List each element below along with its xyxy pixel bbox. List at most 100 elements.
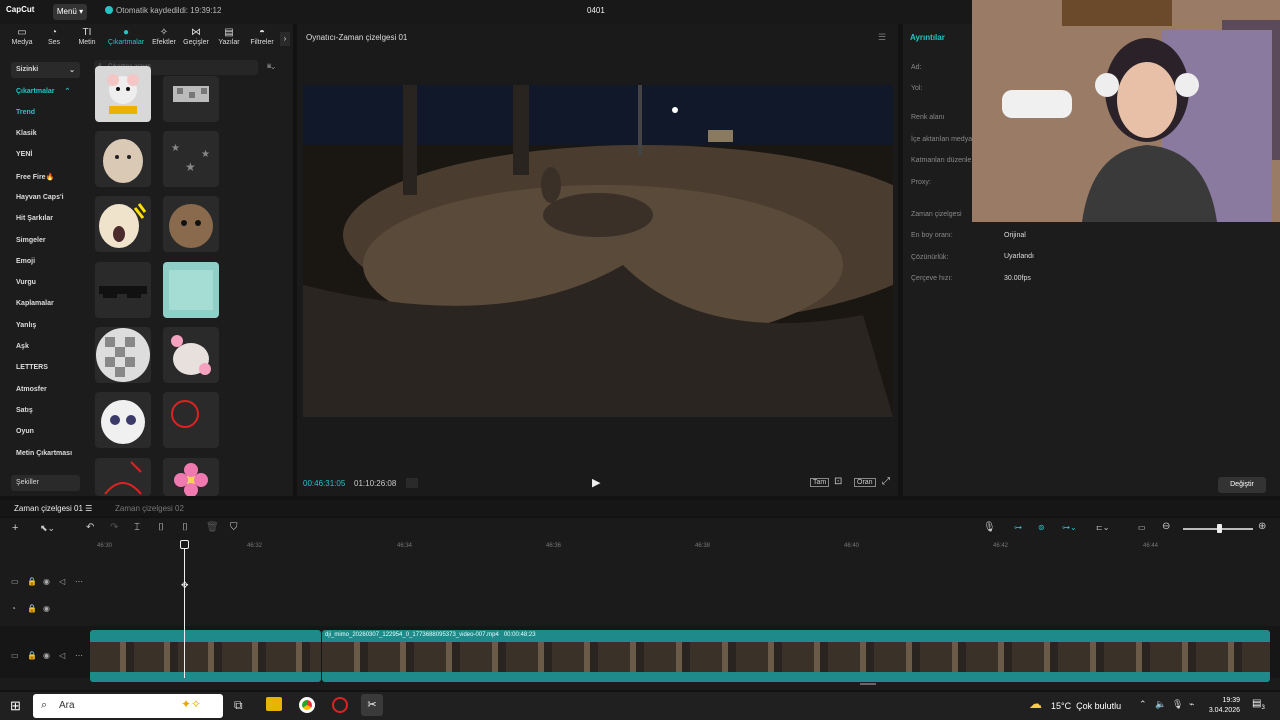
sidebar-item-hit[interactable]: Hit Şarkılar	[16, 215, 53, 222]
sidebar-item-ask[interactable]: Aşk	[16, 343, 29, 350]
sticker-item[interactable]	[95, 66, 151, 122]
windows-start-icon[interactable]: ⊞	[10, 698, 21, 714]
eye-icon[interactable]: ◉	[43, 604, 50, 613]
sticker-item[interactable]	[163, 76, 219, 122]
link-main-icon[interactable]: ⊶	[1014, 523, 1022, 532]
tab-text[interactable]: TI Metin	[69, 26, 105, 46]
category-dropdown[interactable]: Sizinki ⌄	[11, 62, 80, 78]
more-icon[interactable]: ⋯	[75, 577, 83, 586]
weather-text[interactable]: 15°C Çok bulutlu	[1051, 701, 1121, 711]
tab-timeline-02[interactable]: Zaman çizelgesi 02	[115, 504, 184, 513]
sidebar-item-atmosfer[interactable]: Atmosfer	[16, 386, 47, 393]
sidebar-item-metin[interactable]: Metin Çıkartması	[16, 450, 72, 457]
sidebar-item-yanlis[interactable]: Yanlış	[16, 322, 36, 329]
obs-icon[interactable]	[332, 697, 348, 713]
zoom-slider-handle[interactable]	[1217, 524, 1222, 533]
eye-icon[interactable]: ◉	[43, 577, 50, 586]
magnet-icon[interactable]: ⊚	[1038, 523, 1045, 532]
sidebar-item-shapes[interactable]: Şekiller	[11, 475, 80, 491]
zoom-in-icon[interactable]: ⊕	[1258, 521, 1266, 532]
speaker-icon[interactable]: ◁	[59, 577, 65, 586]
chrome-icon[interactable]	[299, 697, 315, 713]
sticker-item[interactable]	[95, 196, 151, 252]
microphone-icon[interactable]: 🎙	[1172, 699, 1183, 710]
sticker-item[interactable]	[163, 327, 219, 383]
lock-icon[interactable]: 🔒	[27, 651, 37, 660]
undo-icon[interactable]: ↶	[86, 522, 94, 533]
sidebar-item-kaplamalar[interactable]: Kaplamalar	[16, 300, 54, 307]
microphone-icon[interactable]: 🎙	[983, 522, 996, 533]
speaker-icon[interactable]: ◁	[59, 651, 65, 660]
subtitle-icon[interactable]: ▭	[1138, 523, 1146, 532]
sticker-item[interactable]	[95, 131, 151, 187]
speaker-icon[interactable]: 🔈	[1155, 699, 1166, 710]
sticker-item[interactable]	[163, 458, 219, 496]
more-icon[interactable]: ⋯	[75, 651, 83, 660]
sidebar-item-vurgu[interactable]: Vurgu	[16, 279, 36, 286]
sidebar-section-stickers[interactable]: Çıkartmalar ⌃	[16, 87, 70, 95]
menu-button[interactable]: Menü ▾	[53, 4, 87, 20]
taskbar-search-input[interactable]: ⌕ Ara ✦✧	[33, 694, 223, 718]
tab-media[interactable]: ▭ Medya	[4, 26, 40, 46]
sidebar-item-trend[interactable]: Trend	[16, 109, 35, 116]
menu-icon[interactable]: ☰	[878, 32, 886, 43]
sidebar-item-freefire[interactable]: Free Fire🔥	[16, 173, 54, 181]
network-icon[interactable]: ⌁	[1189, 699, 1194, 710]
trim-right-icon[interactable]: ⌷	[182, 522, 188, 533]
tab-stickers[interactable]: ● Çıkartmalar	[104, 26, 148, 46]
playhead[interactable]	[184, 548, 185, 678]
tab-effects[interactable]: ✧ Efektler	[146, 26, 182, 46]
zoom-out-icon[interactable]: ⊖	[1162, 521, 1170, 532]
video-preview[interactable]	[303, 85, 893, 417]
split-icon[interactable]: ⌶	[134, 522, 140, 533]
task-view-icon[interactable]: ⧉	[234, 698, 243, 713]
trim-left-icon[interactable]: ⌷	[158, 522, 164, 533]
tab-transitions[interactable]: ⋈ Geçişler	[178, 26, 214, 46]
sidebar-item-oyun[interactable]: Oyun	[16, 428, 34, 435]
file-explorer-icon[interactable]	[266, 697, 282, 711]
grid-icon[interactable]	[406, 478, 418, 488]
chevron-right-icon[interactable]: ›	[280, 32, 290, 46]
sidebar-item-simgeler[interactable]: Simgeler	[16, 237, 46, 244]
sidebar-item-klasik[interactable]: Klasik	[16, 130, 37, 137]
video-clip-selected[interactable]: dji_mimo_20260307_122954_0_1773688095373…	[322, 630, 1270, 682]
sticker-item[interactable]	[95, 262, 151, 318]
fullscreen-icon[interactable]: ⤢	[882, 476, 890, 487]
chevron-up-icon[interactable]: ⌃	[1139, 699, 1147, 710]
sidebar-item-letters[interactable]: LETTERS	[16, 364, 48, 371]
change-button[interactable]: Değiştir	[1218, 477, 1266, 493]
shield-icon[interactable]: ⛉	[230, 522, 238, 533]
tab-timeline-01[interactable]: Zaman çizelgesi 01 ☰	[14, 504, 92, 513]
sidebar-item-hayvan[interactable]: Hayvan Caps'i	[16, 194, 64, 201]
select-tool-icon[interactable]: ⬉⌄	[40, 523, 55, 534]
preview-axis-icon[interactable]: ⊏⌄	[1096, 523, 1109, 532]
delete-icon[interactable]: 🗑	[206, 522, 219, 533]
redo-icon[interactable]: ↷	[110, 522, 118, 533]
add-icon[interactable]: +	[12, 522, 18, 534]
lock-icon[interactable]: 🔒	[27, 604, 37, 613]
video-clip[interactable]	[90, 630, 321, 682]
sticker-item[interactable]	[163, 392, 219, 448]
sticker-item[interactable]	[95, 392, 151, 448]
capcut-taskbar-icon[interactable]: ✂	[361, 694, 383, 716]
notification-icon[interactable]: ▤3	[1252, 698, 1265, 711]
sidebar-item-satis[interactable]: Satış	[16, 407, 33, 414]
crop-icon[interactable]: ⊡	[834, 476, 842, 487]
tab-filters[interactable]: ◓ Filtreler	[244, 26, 280, 46]
filter-icon[interactable]: ⩸⌄	[267, 63, 275, 71]
timeline-scrollbar[interactable]	[860, 683, 876, 685]
ratio-button[interactable]: Oran	[854, 478, 876, 487]
sticker-item[interactable]	[95, 327, 151, 383]
sidebar-item-emoji[interactable]: Emoji	[16, 258, 35, 265]
sticker-item[interactable]	[163, 262, 219, 318]
sidebar-item-yeni[interactable]: YENİ	[16, 151, 32, 158]
tab-captions[interactable]: ▤ Yazılar	[211, 26, 247, 46]
lock-icon[interactable]: 🔒	[27, 577, 37, 586]
tab-audio[interactable]: ◔ Ses	[36, 26, 72, 46]
play-icon[interactable]: ▶	[592, 476, 600, 489]
taskbar-clock[interactable]: 19:39 3.04.2026	[1206, 696, 1240, 716]
playhead-handle[interactable]	[180, 540, 189, 549]
sticker-item[interactable]	[95, 458, 151, 496]
sticker-item[interactable]	[163, 196, 219, 252]
eye-icon[interactable]: ◉	[43, 651, 50, 660]
